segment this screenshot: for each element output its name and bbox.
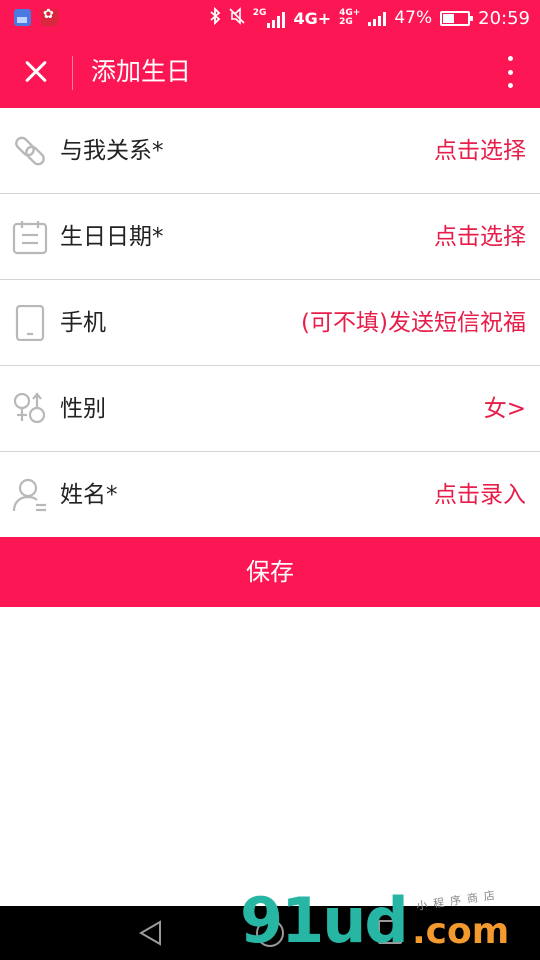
gender-icon bbox=[12, 391, 48, 427]
battery-icon bbox=[440, 10, 474, 26]
battery-fill bbox=[443, 13, 455, 23]
app-bar-divider bbox=[72, 56, 73, 90]
name-row[interactable]: 姓名* 点击录入 bbox=[0, 452, 540, 538]
signal-1: 2G bbox=[252, 7, 286, 28]
back-icon[interactable] bbox=[138, 920, 164, 946]
phone-icon bbox=[12, 304, 48, 342]
person-icon bbox=[12, 477, 48, 513]
clock: 20:59 bbox=[478, 7, 530, 29]
mute-icon bbox=[229, 7, 245, 29]
status-icons: 2G 4G+ 4G+ 2G 47% 20:59 bbox=[209, 0, 530, 36]
watermark-main: 91ud bbox=[240, 884, 409, 957]
watermark: 91ud .com 小程序商店 bbox=[240, 888, 540, 960]
birthday-date-label: 生日日期* bbox=[60, 224, 164, 250]
signal-icon bbox=[267, 11, 286, 28]
gender-label: 性别 bbox=[60, 396, 106, 422]
status-bar: 2G 4G+ 4G+ 2G 47% 20:59 bbox=[0, 0, 540, 36]
app-bar: 添加生日 bbox=[0, 36, 540, 108]
save-button[interactable]: 保存 bbox=[0, 537, 540, 607]
birthday-date-value[interactable]: 点击选择 bbox=[434, 194, 526, 280]
relationship-label: 与我关系* bbox=[60, 138, 164, 164]
network-type-4g: 4G+ bbox=[293, 8, 332, 28]
relationship-value[interactable]: 点击选择 bbox=[434, 108, 526, 194]
gallery-app-icon bbox=[14, 9, 31, 26]
link-icon bbox=[12, 133, 48, 169]
more-vertical-icon[interactable] bbox=[504, 56, 516, 88]
signal-icon-2 bbox=[368, 10, 387, 26]
relationship-row[interactable]: 与我关系* 点击选择 bbox=[0, 108, 540, 194]
battery-percent: 47% bbox=[394, 8, 433, 28]
signal-2: 4G+ 2G bbox=[339, 9, 360, 27]
watermark-suffix: .com bbox=[412, 911, 510, 952]
phone-row[interactable]: 手机 (可不填)发送短信祝福 bbox=[0, 280, 540, 366]
calendar-icon bbox=[12, 219, 48, 255]
huawei-app-icon bbox=[41, 7, 58, 26]
gender-row[interactable]: 性别 女> bbox=[0, 366, 540, 452]
name-value[interactable]: 点击录入 bbox=[434, 452, 526, 538]
close-icon[interactable] bbox=[14, 50, 58, 94]
birthday-date-row[interactable]: 生日日期* 点击选择 bbox=[0, 194, 540, 280]
notification-icons bbox=[14, 7, 58, 26]
bluetooth-icon bbox=[209, 6, 221, 29]
network-type-2g-small: 2G bbox=[339, 17, 353, 27]
phone-value[interactable]: (可不填)发送短信祝福 bbox=[301, 280, 526, 366]
birthday-form: 与我关系* 点击选择 生日日期* 点击选择 手机 (可不填)发送短信祝福 性别 … bbox=[0, 108, 540, 538]
gender-value[interactable]: 女> bbox=[484, 366, 526, 452]
page-title: 添加生日 bbox=[91, 57, 192, 86]
phone-label: 手机 bbox=[60, 310, 106, 336]
name-label: 姓名* bbox=[60, 482, 118, 508]
network-type-2g: 2G bbox=[252, 7, 267, 18]
